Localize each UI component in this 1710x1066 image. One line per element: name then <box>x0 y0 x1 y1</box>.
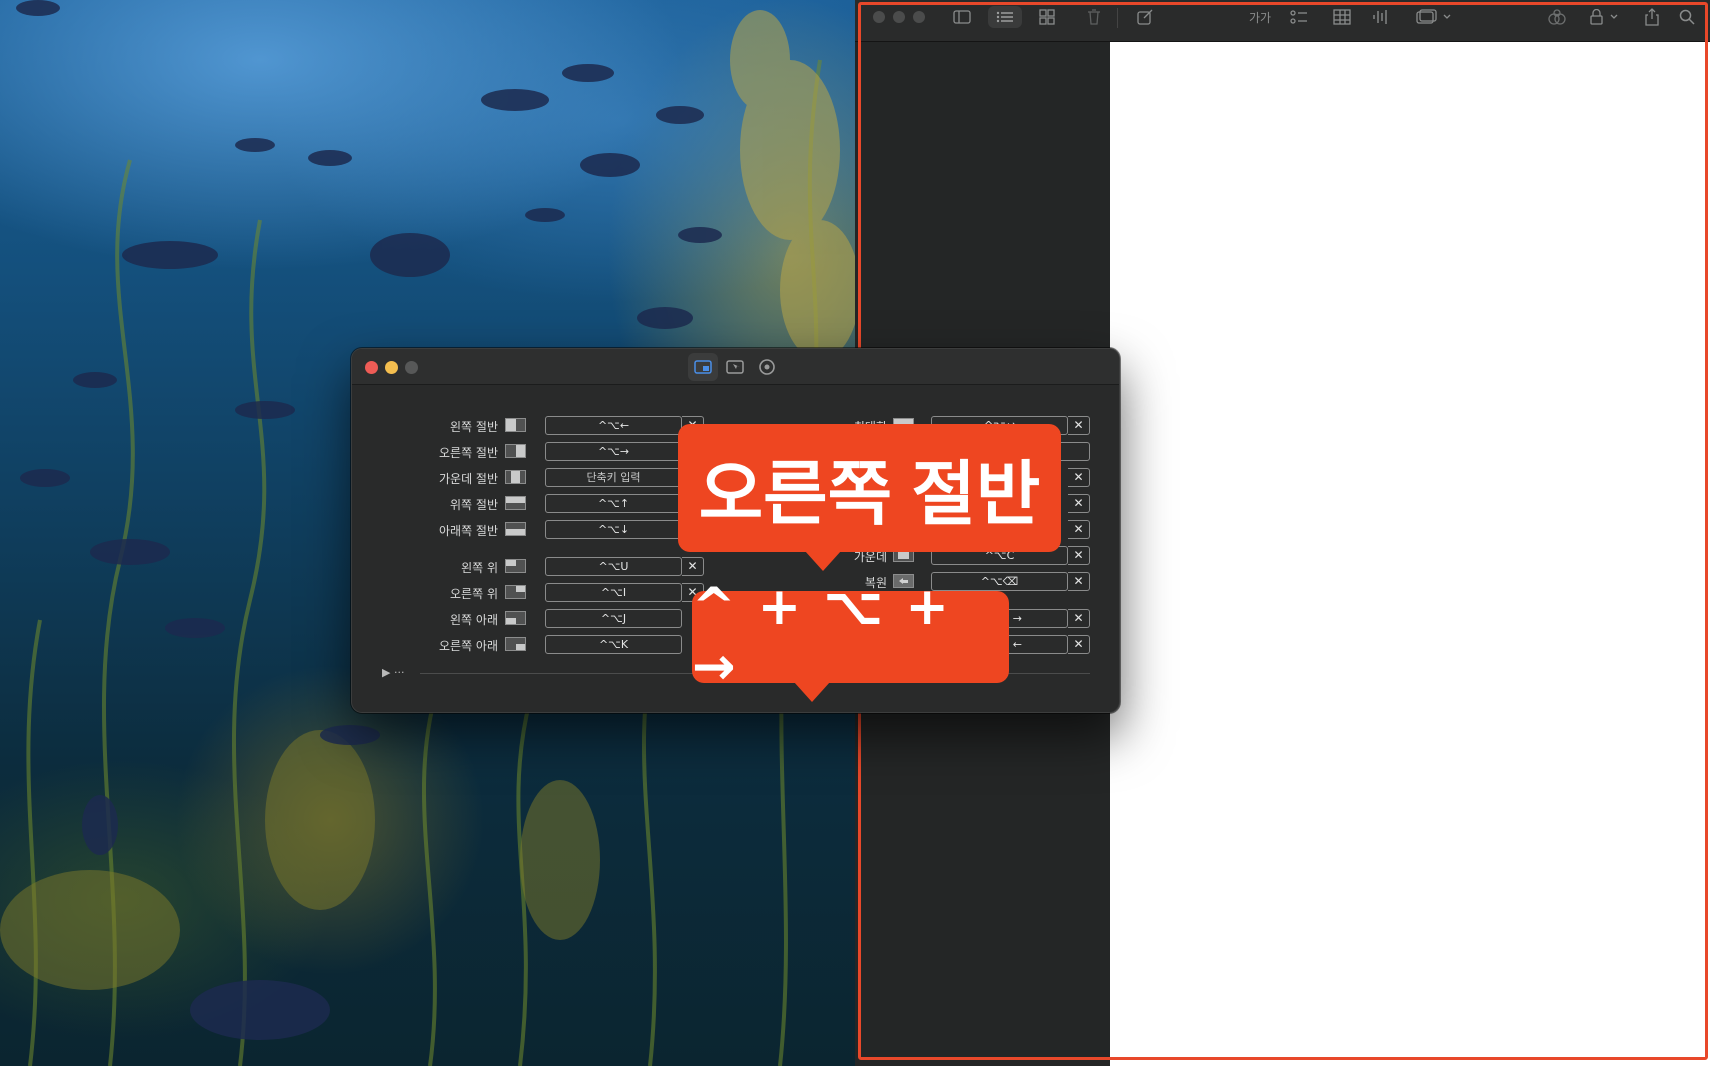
search-icon[interactable] <box>1675 6 1699 28</box>
format-text-icon[interactable]: 가가 <box>1245 6 1275 28</box>
media-icon[interactable] <box>1415 6 1455 28</box>
action-name-bubble: 오른쪽 절반 <box>678 424 1061 552</box>
share-icon[interactable] <box>1640 6 1664 28</box>
checklist-icon[interactable] <box>1287 6 1311 28</box>
list-view-icon[interactable] <box>988 6 1022 28</box>
trash-icon[interactable] <box>1082 6 1106 28</box>
key-combo-text: ^ + ⌥ + → <box>692 577 951 697</box>
clear-shortcut-button[interactable]: ✕ <box>1068 494 1090 513</box>
table-icon[interactable] <box>1330 6 1354 28</box>
tab-settings[interactable] <box>752 353 782 381</box>
tab-window-layout[interactable] <box>688 353 718 381</box>
clear-shortcut-button[interactable]: ✕ <box>1068 572 1090 591</box>
minimize-button[interactable] <box>385 361 398 374</box>
clear-shortcut-button[interactable]: ✕ <box>1068 520 1090 539</box>
expand-more-button[interactable]: ▶ ··· <box>382 666 404 679</box>
audio-icon[interactable] <box>1369 6 1393 28</box>
settings-gear-icon <box>759 359 775 375</box>
close-window-button[interactable] <box>873 11 885 23</box>
collaborate-icon[interactable] <box>1545 6 1569 28</box>
preferences-titlebar <box>352 349 1119 385</box>
sidebar-icon[interactable] <box>950 6 974 28</box>
clear-shortcut-button[interactable]: ✕ <box>1068 635 1090 654</box>
toolbar-divider <box>1117 8 1118 28</box>
notes-toolbar: 가가 <box>855 0 1710 42</box>
zoom-window-button[interactable] <box>913 11 925 23</box>
tab-snap-areas[interactable] <box>720 353 750 381</box>
compose-icon[interactable] <box>1133 6 1157 28</box>
clear-shortcut-button[interactable]: ✕ <box>1068 546 1090 565</box>
clear-shortcut-button[interactable]: ✕ <box>1068 468 1090 487</box>
action-name-bubble-tail <box>805 551 841 571</box>
lock-icon[interactable] <box>1588 6 1624 28</box>
action-name-text: 오른쪽 절반 <box>698 454 1041 533</box>
minimize-window-button[interactable] <box>893 11 905 23</box>
key-combo-bubble-tail <box>794 682 830 702</box>
window-layout-icon <box>694 360 712 374</box>
close-button[interactable] <box>365 361 378 374</box>
note-editor[interactable] <box>1110 42 1710 1066</box>
zoom-button[interactable] <box>405 361 418 374</box>
key-combo-bubble: ^ + ⌥ + → <box>692 577 1009 697</box>
clear-shortcut-button[interactable]: ✕ <box>1068 416 1090 435</box>
clear-shortcut-button[interactable]: ✕ <box>1068 609 1090 628</box>
snap-areas-icon <box>726 360 744 374</box>
grid-view-icon[interactable] <box>1035 6 1059 28</box>
